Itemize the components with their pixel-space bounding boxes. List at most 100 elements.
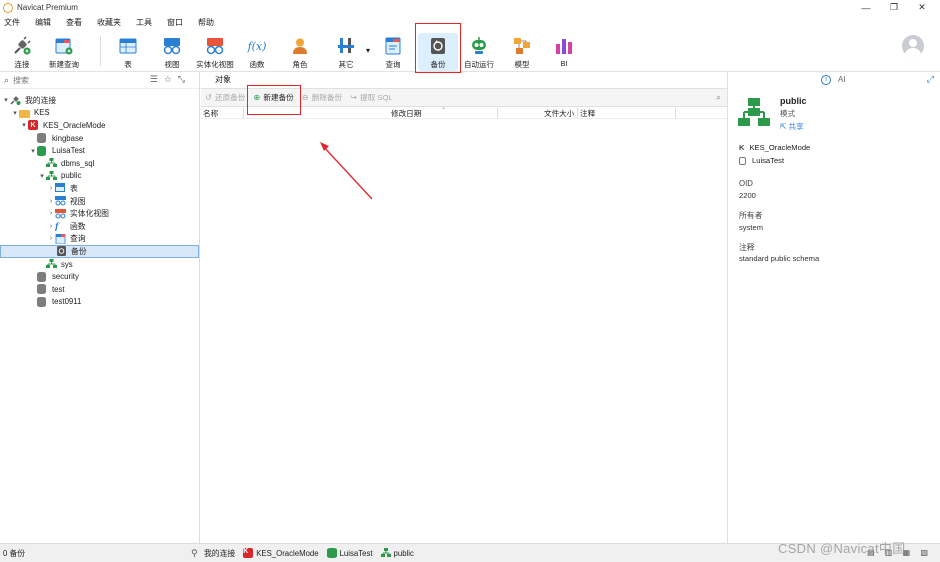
query-icon [383, 36, 403, 56]
tree-item-kes-oraclemode[interactable]: ▾ K KES_OracleMode [0, 119, 199, 132]
menu-file[interactable]: 文件 [4, 17, 20, 28]
model-button[interactable]: 模型 [512, 33, 532, 71]
filter-icon[interactable]: ☰ [150, 74, 158, 85]
materialized-view-button[interactable]: 实体化视图 [196, 33, 234, 71]
share-button[interactable]: ⇱ 共享 [780, 121, 804, 132]
database-icon [739, 156, 746, 165]
tree-item-view[interactable]: › 视图 [0, 195, 199, 208]
tree-item-label: 备份 [71, 246, 87, 256]
tree-item-label: test [52, 284, 65, 294]
tree-item-public[interactable]: ▾ public [0, 170, 199, 183]
annotation-arrow-icon [320, 142, 373, 200]
watermark: CSDN @Navicat中国 [778, 541, 906, 556]
menu-favorites[interactable]: 收藏夹 [97, 17, 121, 28]
column-file-size[interactable]: 文件大小 [544, 108, 574, 119]
table-button[interactable]: 表 [118, 33, 138, 71]
tree-item-connection[interactable]: ▾ 我的连接 [0, 94, 199, 107]
connect-button[interactable]: 连接 [11, 33, 33, 71]
menu-edit[interactable]: 编辑 [35, 17, 51, 28]
tree-item-table[interactable]: › 表 [0, 182, 199, 195]
tree-item-sys[interactable]: sys [0, 258, 199, 271]
object-list-empty [201, 119, 727, 539]
tree-item-label: KES [34, 108, 50, 118]
tree-item-security[interactable]: security [0, 270, 199, 283]
object-search-icon[interactable]: ⌕ [716, 92, 721, 103]
function-button[interactable]: f(x) 函数 [247, 33, 267, 71]
bi-button[interactable]: BI [554, 33, 574, 71]
tree-item-test0911[interactable]: test0911 [0, 296, 199, 309]
expand-icon[interactable]: ⤢ [927, 74, 934, 85]
object-pane: 对象 ↺ 还原备份 ⊕ 新建备份 ⊖ 删除备份 ↪ 提取 SQL ⌕ 名称 修改… [201, 72, 727, 543]
star-icon[interactable]: ☆ [164, 74, 172, 85]
tree-item-kes[interactable]: ▾ KES [0, 107, 199, 120]
expand-toggle-icon[interactable]: › [47, 185, 55, 192]
ai-button[interactable]: AI [838, 75, 846, 84]
tree-item-luisatest[interactable]: ▾ LuisaTest [0, 144, 199, 157]
menu-view[interactable]: 查看 [66, 17, 82, 28]
automation-button[interactable]: 自动运行 [463, 33, 495, 71]
tree-item-function[interactable]: › f 函数 [0, 220, 199, 233]
tree-item-backup[interactable]: 备份 [0, 245, 199, 258]
tree-item-label: 我的连接 [25, 95, 57, 105]
breadcrumb-label: public [393, 548, 414, 558]
column-modified-date[interactable]: 修改日期 [391, 108, 421, 119]
expand-toggle-icon[interactable]: ▾ [38, 172, 46, 180]
highlight-new-backup-button [247, 85, 301, 115]
object-type: 模式 [780, 109, 796, 118]
expand-toggle-icon[interactable]: › [47, 235, 55, 242]
expand-toggle-icon[interactable]: ▾ [11, 109, 19, 117]
role-label: 角色 [292, 60, 308, 69]
object-name: public [780, 96, 807, 106]
tree-item-kingbase[interactable]: kingbase [0, 132, 199, 145]
expand-toggle-icon[interactable]: ▾ [20, 121, 28, 129]
search-input[interactable]: 搜索 [13, 75, 29, 86]
new-query-button[interactable]: 新建查询 [47, 33, 81, 71]
breadcrumb-public: public [380, 548, 414, 558]
view-button[interactable]: 视图 [162, 33, 182, 71]
extract-sql-button[interactable]: ↪ 提取 SQL [349, 92, 392, 103]
breadcrumb-connections: ⚲ 我的连接 [191, 548, 235, 559]
delete-backup-button[interactable]: ⊖ 删除备份 [301, 92, 342, 103]
tree-item-test[interactable]: test [0, 283, 199, 296]
database-icon [37, 296, 48, 307]
close-button[interactable]: ✕ [908, 0, 936, 15]
collapse-icon[interactable]: ⤡ [178, 74, 185, 85]
expand-toggle-icon[interactable]: › [47, 210, 55, 217]
expand-toggle-icon[interactable]: ▾ [2, 96, 10, 104]
menu-help[interactable]: 帮助 [198, 17, 214, 28]
menu-tools[interactable]: 工具 [136, 17, 152, 28]
connection-icon: ⚲ [191, 548, 198, 558]
robot-icon [469, 36, 489, 56]
navigation-search[interactable]: ⌕ 搜索 ☰ ☆ ⤡ [0, 72, 199, 89]
tab-objects[interactable]: 对象 [215, 73, 231, 88]
tree-item-query[interactable]: › 查询 [0, 233, 199, 246]
navigation-pane: ⌕ 搜索 ☰ ☆ ⤡ ▾ 我的连接 ▾ KES ▾ K KES_OracleMode king… [0, 72, 200, 543]
materialized-view-icon [205, 36, 225, 56]
expand-toggle-icon[interactable]: ▾ [29, 147, 37, 155]
other-dropdown-icon[interactable]: ▾ [366, 46, 370, 55]
expand-toggle-icon[interactable]: › [47, 223, 55, 230]
connect-label: 连接 [14, 60, 30, 69]
restore-backup-button[interactable]: ↺ 还原备份 [204, 92, 245, 103]
tree-item-matview[interactable]: › 实体化视图 [0, 207, 199, 220]
connection-name: KES_OracleMode [749, 143, 811, 152]
tree-item-label: KES_OracleMode [43, 120, 106, 130]
model-icon [512, 36, 532, 56]
tree-item-label: test0911 [52, 297, 82, 307]
expand-toggle-icon[interactable]: › [47, 198, 55, 205]
column-name[interactable]: 名称 [203, 108, 218, 119]
tree-item-label: dbms_sql [61, 158, 95, 168]
query-button[interactable]: 查询 [383, 33, 403, 71]
user-avatar[interactable] [902, 35, 924, 57]
breadcrumb-label: 我的连接 [204, 548, 236, 558]
other-button[interactable]: 其它 [336, 33, 356, 71]
tree-item-dbms-sql[interactable]: dbms_sql [0, 157, 199, 170]
column-comment[interactable]: 注释 [580, 108, 595, 119]
minimize-button[interactable]: — [852, 0, 880, 15]
tree-item-label: kingbase [52, 133, 84, 143]
oid-label: OID [739, 179, 753, 188]
info-icon[interactable]: i [821, 75, 831, 85]
maximize-button[interactable]: ❐ [880, 0, 908, 15]
menu-window[interactable]: 窗口 [167, 17, 183, 28]
role-button[interactable]: 角色 [290, 33, 310, 71]
